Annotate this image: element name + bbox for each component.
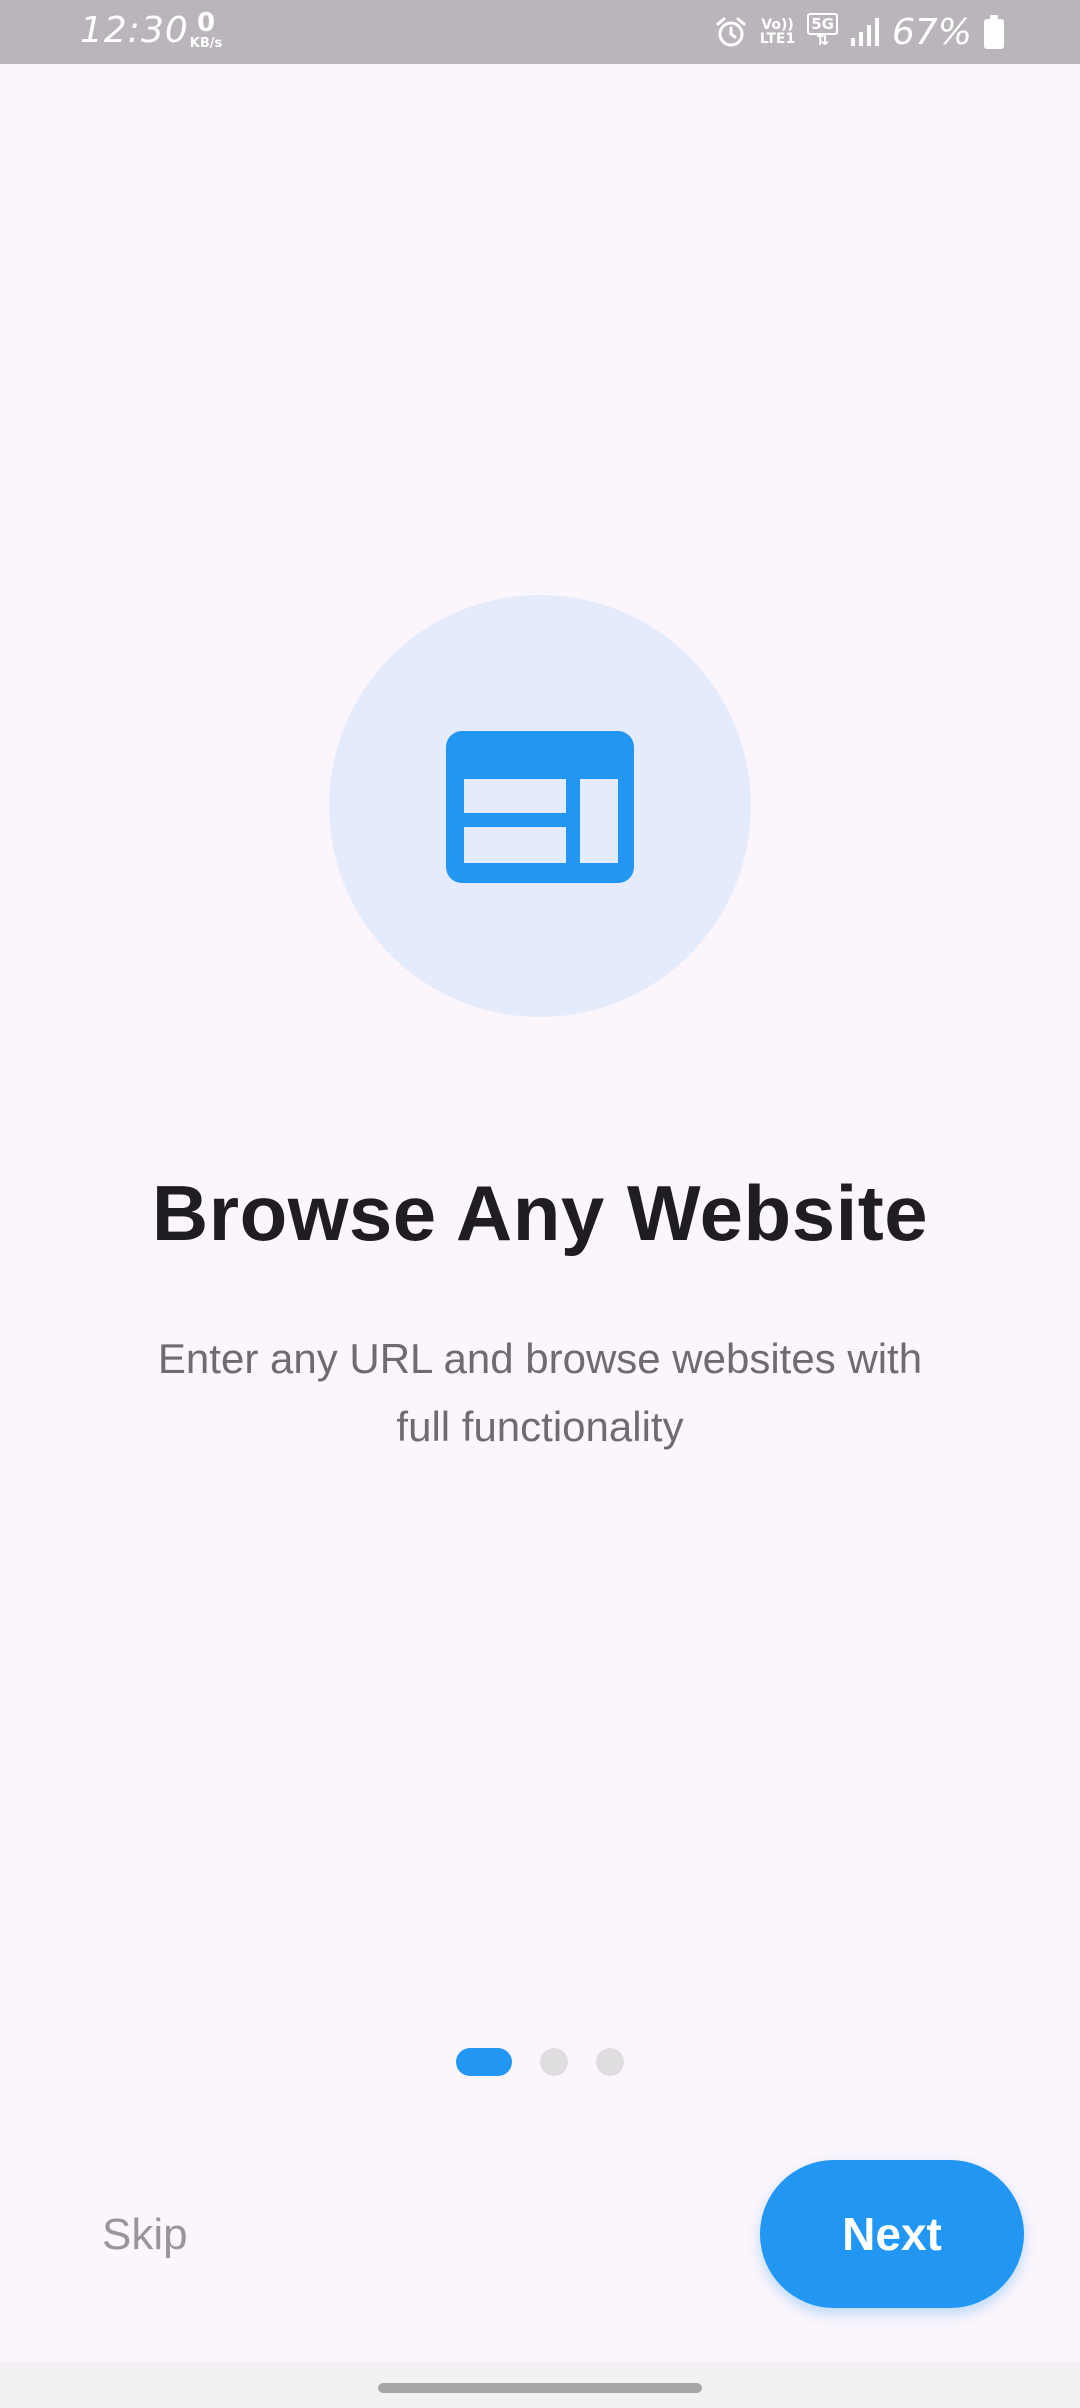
lte-label: LTE1 xyxy=(759,31,796,47)
page-dot-2 xyxy=(540,2048,568,2076)
network-speed: 0 KB/s xyxy=(184,10,228,50)
status-bar: 12:30 0 KB/s Vo)) LTE1 5G ⇅ 67% xyxy=(0,0,1080,64)
battery-icon xyxy=(984,15,1004,49)
battery-percent: 67% xyxy=(891,11,972,53)
network-speed-value: 0 xyxy=(196,8,216,38)
onboarding-screen: 12:30 0 KB/s Vo)) LTE1 5G ⇅ 67% Browse A… xyxy=(0,0,1080,2408)
page-title: Browse Any Website xyxy=(151,1169,929,1257)
page-dot-1-active xyxy=(456,2048,512,2076)
page-indicator xyxy=(0,2047,1080,2077)
page-dot-3 xyxy=(596,2048,624,2076)
subtitle-line-1: Enter any URL and browse websites with xyxy=(157,1335,923,1382)
status-time: 12:30 xyxy=(80,10,189,51)
subtitle-line-2: full functionality xyxy=(396,1403,684,1450)
home-indicator[interactable] xyxy=(378,2383,702,2393)
volte-indicator: Vo)) LTE1 xyxy=(760,18,795,46)
next-button[interactable]: Next xyxy=(760,2160,1024,2308)
network-speed-unit: KB/s xyxy=(189,36,223,51)
network-type-indicator: 5G ⇅ xyxy=(807,12,838,49)
status-icons: Vo)) LTE1 5G ⇅ 67% xyxy=(714,0,1004,64)
page-subtitle: Enter any URL and browse websites with f… xyxy=(100,1325,980,1461)
alarm-icon xyxy=(716,17,746,47)
web-layout-icon xyxy=(446,731,634,883)
data-arrows-icon: ⇅ xyxy=(815,29,830,49)
skip-button[interactable]: Skip xyxy=(102,2210,188,2260)
signal-icon xyxy=(850,18,879,46)
